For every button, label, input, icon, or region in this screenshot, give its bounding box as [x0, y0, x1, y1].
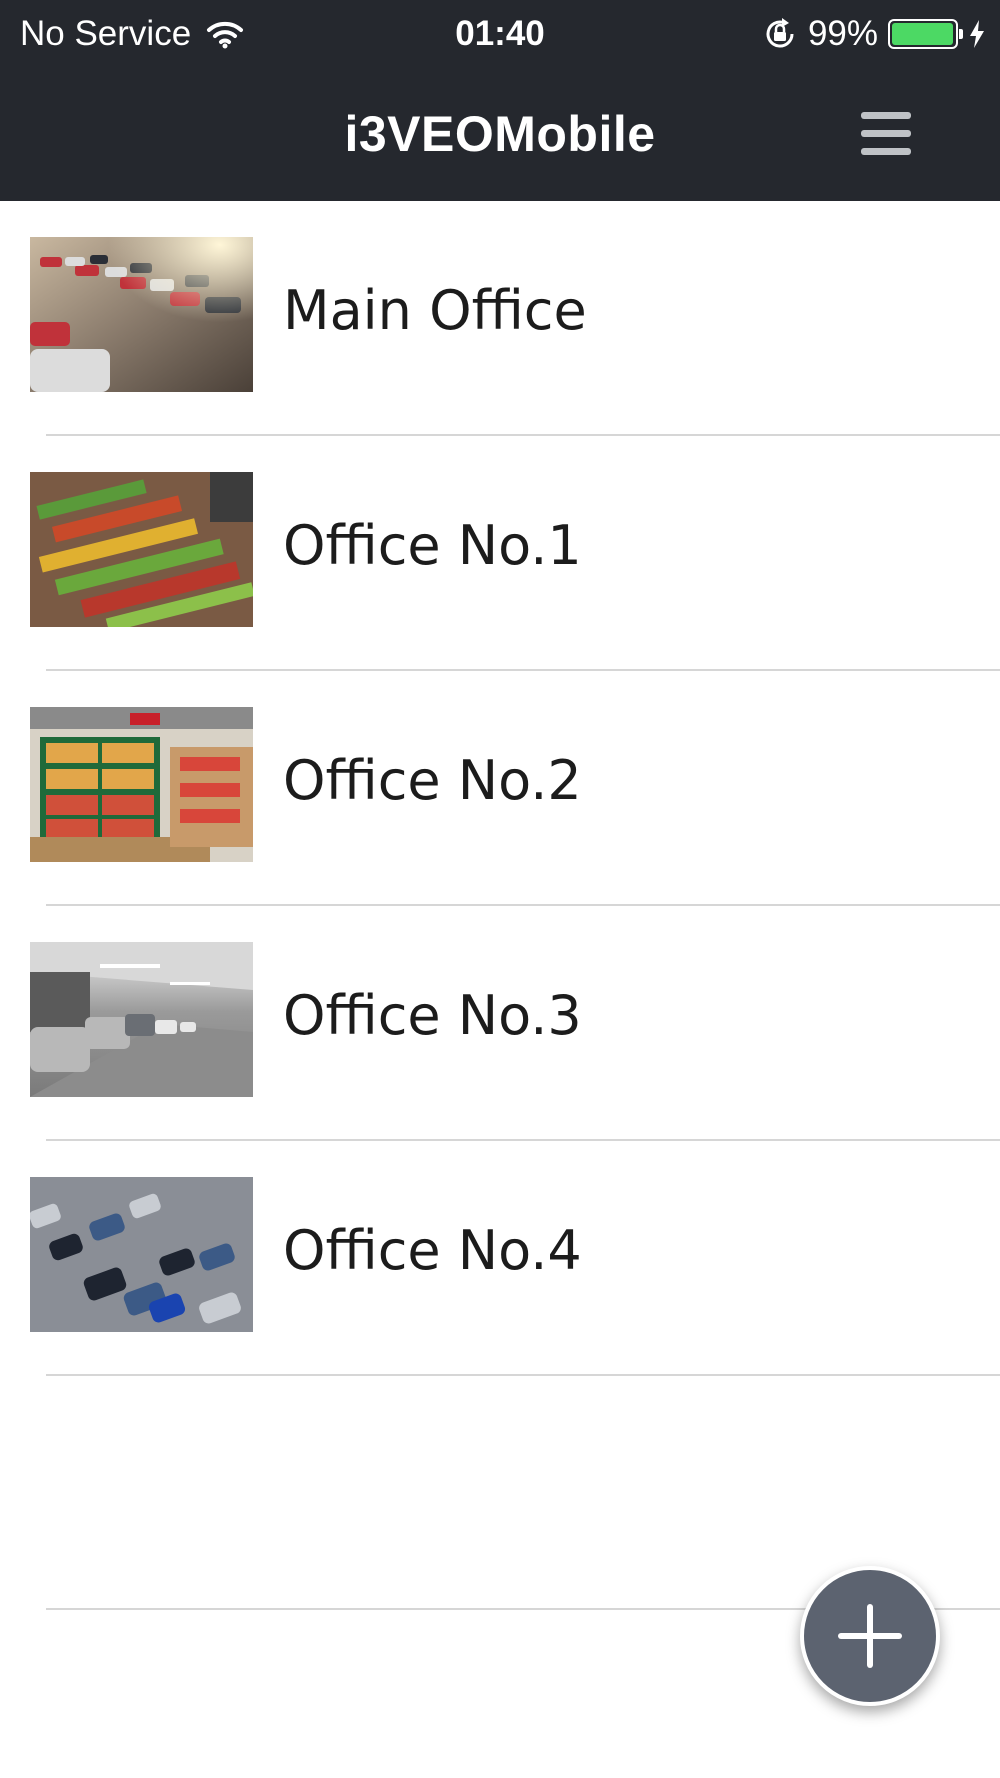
menu-button[interactable]	[856, 104, 916, 164]
battery-icon	[888, 19, 963, 49]
site-item-office-1[interactable]: Office No.1	[0, 436, 1000, 671]
status-bar: No Service 01:40 99%	[0, 0, 1000, 68]
parking-lot-sunset-photo	[30, 237, 253, 392]
site-label: Office No.3	[283, 984, 582, 1047]
site-item-office-3[interactable]: Office No.3	[0, 906, 1000, 1141]
underground-garage-photo	[30, 942, 253, 1097]
app-header: i3VEOMobile	[0, 68, 1000, 201]
charging-bolt-icon	[968, 19, 986, 49]
supermarket-produce-photo	[30, 707, 253, 862]
site-item-office-2[interactable]: Office No.2	[0, 671, 1000, 906]
site-list: Main Office Office No.1 Office No.2 Offi…	[0, 201, 1000, 1376]
parking-lot-aerial-photo	[30, 1177, 253, 1332]
battery-level	[892, 23, 954, 45]
site-label: Office No.4	[283, 1219, 582, 1282]
site-label: Main Office	[283, 279, 587, 342]
status-right: 99%	[762, 14, 986, 54]
produce-market-aerial-photo	[30, 472, 253, 627]
site-label: Office No.2	[283, 749, 582, 812]
battery-percent: 99%	[807, 14, 878, 53]
site-item-main-office[interactable]: Main Office	[0, 201, 1000, 436]
app-title: i3VEOMobile	[344, 106, 656, 162]
top-bar: No Service 01:40 99% i3VEOMobile	[0, 0, 1000, 201]
add-site-button[interactable]	[800, 1566, 940, 1706]
site-item-office-4[interactable]: Office No.4	[0, 1141, 1000, 1376]
rotation-lock-icon	[762, 16, 798, 52]
hamburger-menu-icon	[856, 104, 916, 164]
site-label: Office No.1	[283, 514, 582, 577]
